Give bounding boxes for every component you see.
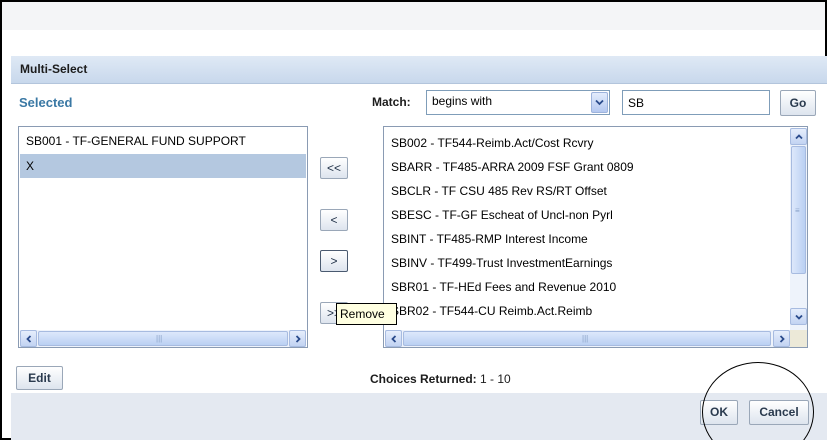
list-item[interactable]: SBARR - TF485-ARRA 2009 FSF Grant 0809 — [385, 155, 789, 179]
dialog-title: Multi-Select — [20, 62, 88, 76]
remove-all-button[interactable]: << — [320, 157, 348, 179]
scrollbar-thumb[interactable]: ||| — [403, 331, 771, 346]
list-item-partial[interactable]: SBR02 - TF544-CU Reimb.Act.Reimb — [385, 299, 789, 319]
dropdown-button[interactable] — [591, 92, 608, 113]
list-item[interactable]: SB002 - TF544-Reimb.Act/Cost Rcvry — [385, 131, 789, 155]
arrow-left-icon — [26, 335, 32, 343]
selected-heading: Selected — [19, 95, 73, 110]
scroll-left-button[interactable] — [385, 330, 402, 347]
grip-icon: ||| — [156, 334, 163, 343]
scroll-right-button[interactable] — [289, 330, 306, 347]
scrollbar-thumb[interactable]: ≡ — [791, 146, 806, 274]
chevron-down-icon — [595, 99, 604, 106]
search-input[interactable] — [622, 90, 770, 115]
choices-value: 1 - 10 — [480, 372, 511, 386]
list-item[interactable]: SBINV - TF499-Trust InvestmentEarnings — [385, 251, 789, 275]
edit-button[interactable]: Edit — [16, 366, 63, 390]
match-mode-value: begins with — [432, 94, 493, 108]
scroll-right-button[interactable] — [773, 330, 790, 347]
go-button[interactable]: Go — [780, 90, 816, 116]
list-item-selected[interactable]: X — [20, 154, 306, 178]
scrollbar-thumb[interactable]: ||| — [38, 331, 288, 346]
list-item[interactable]: SB001 - TF-GENERAL FUND SUPPORT — [20, 129, 306, 153]
horizontal-scrollbar[interactable]: ||| — [20, 330, 306, 347]
grip-icon: ≡ — [795, 206, 800, 215]
arrow-right-icon — [779, 335, 785, 343]
arrow-right-icon — [295, 335, 301, 343]
horizontal-scrollbar[interactable]: ||| — [385, 330, 790, 347]
list-item[interactable]: SBCLR - TF CSU 485 Rev RS/RT Offset — [385, 179, 789, 203]
arrow-down-icon — [795, 314, 803, 320]
match-label: Match: — [372, 95, 411, 109]
remove-button[interactable]: < — [320, 209, 348, 231]
scroll-left-button[interactable] — [20, 330, 37, 347]
scroll-down-button[interactable] — [790, 308, 807, 325]
scrollbar-corner — [790, 330, 807, 347]
available-list[interactable]: SB002 - TF544-Reimb.Act/Cost Rcvry SBARR… — [383, 126, 808, 348]
arrow-up-icon — [795, 134, 803, 140]
list-item[interactable]: SBESC - TF-GF Escheat of Uncl-non Pyrl — [385, 203, 789, 227]
grip-icon: ||| — [582, 334, 589, 343]
arrow-left-icon — [391, 335, 397, 343]
choices-label: Choices Returned: — [370, 372, 477, 386]
top-band — [2, 2, 825, 30]
dialog-title-bar — [11, 56, 827, 84]
choices-returned: Choices Returned: 1 - 10 — [370, 372, 511, 386]
scroll-up-button[interactable] — [790, 128, 807, 145]
tooltip: Remove — [336, 303, 397, 325]
selected-list[interactable]: SB001 - TF-GENERAL FUND SUPPORT X ||| — [18, 126, 308, 348]
list-item[interactable]: SBR01 - TF-HEd Fees and Revenue 2010 — [385, 275, 789, 299]
add-button[interactable]: > — [320, 250, 348, 272]
vertical-scrollbar[interactable]: ≡ — [790, 128, 807, 330]
list-item[interactable]: SBINT - TF485-RMP Interest Income — [385, 227, 789, 251]
